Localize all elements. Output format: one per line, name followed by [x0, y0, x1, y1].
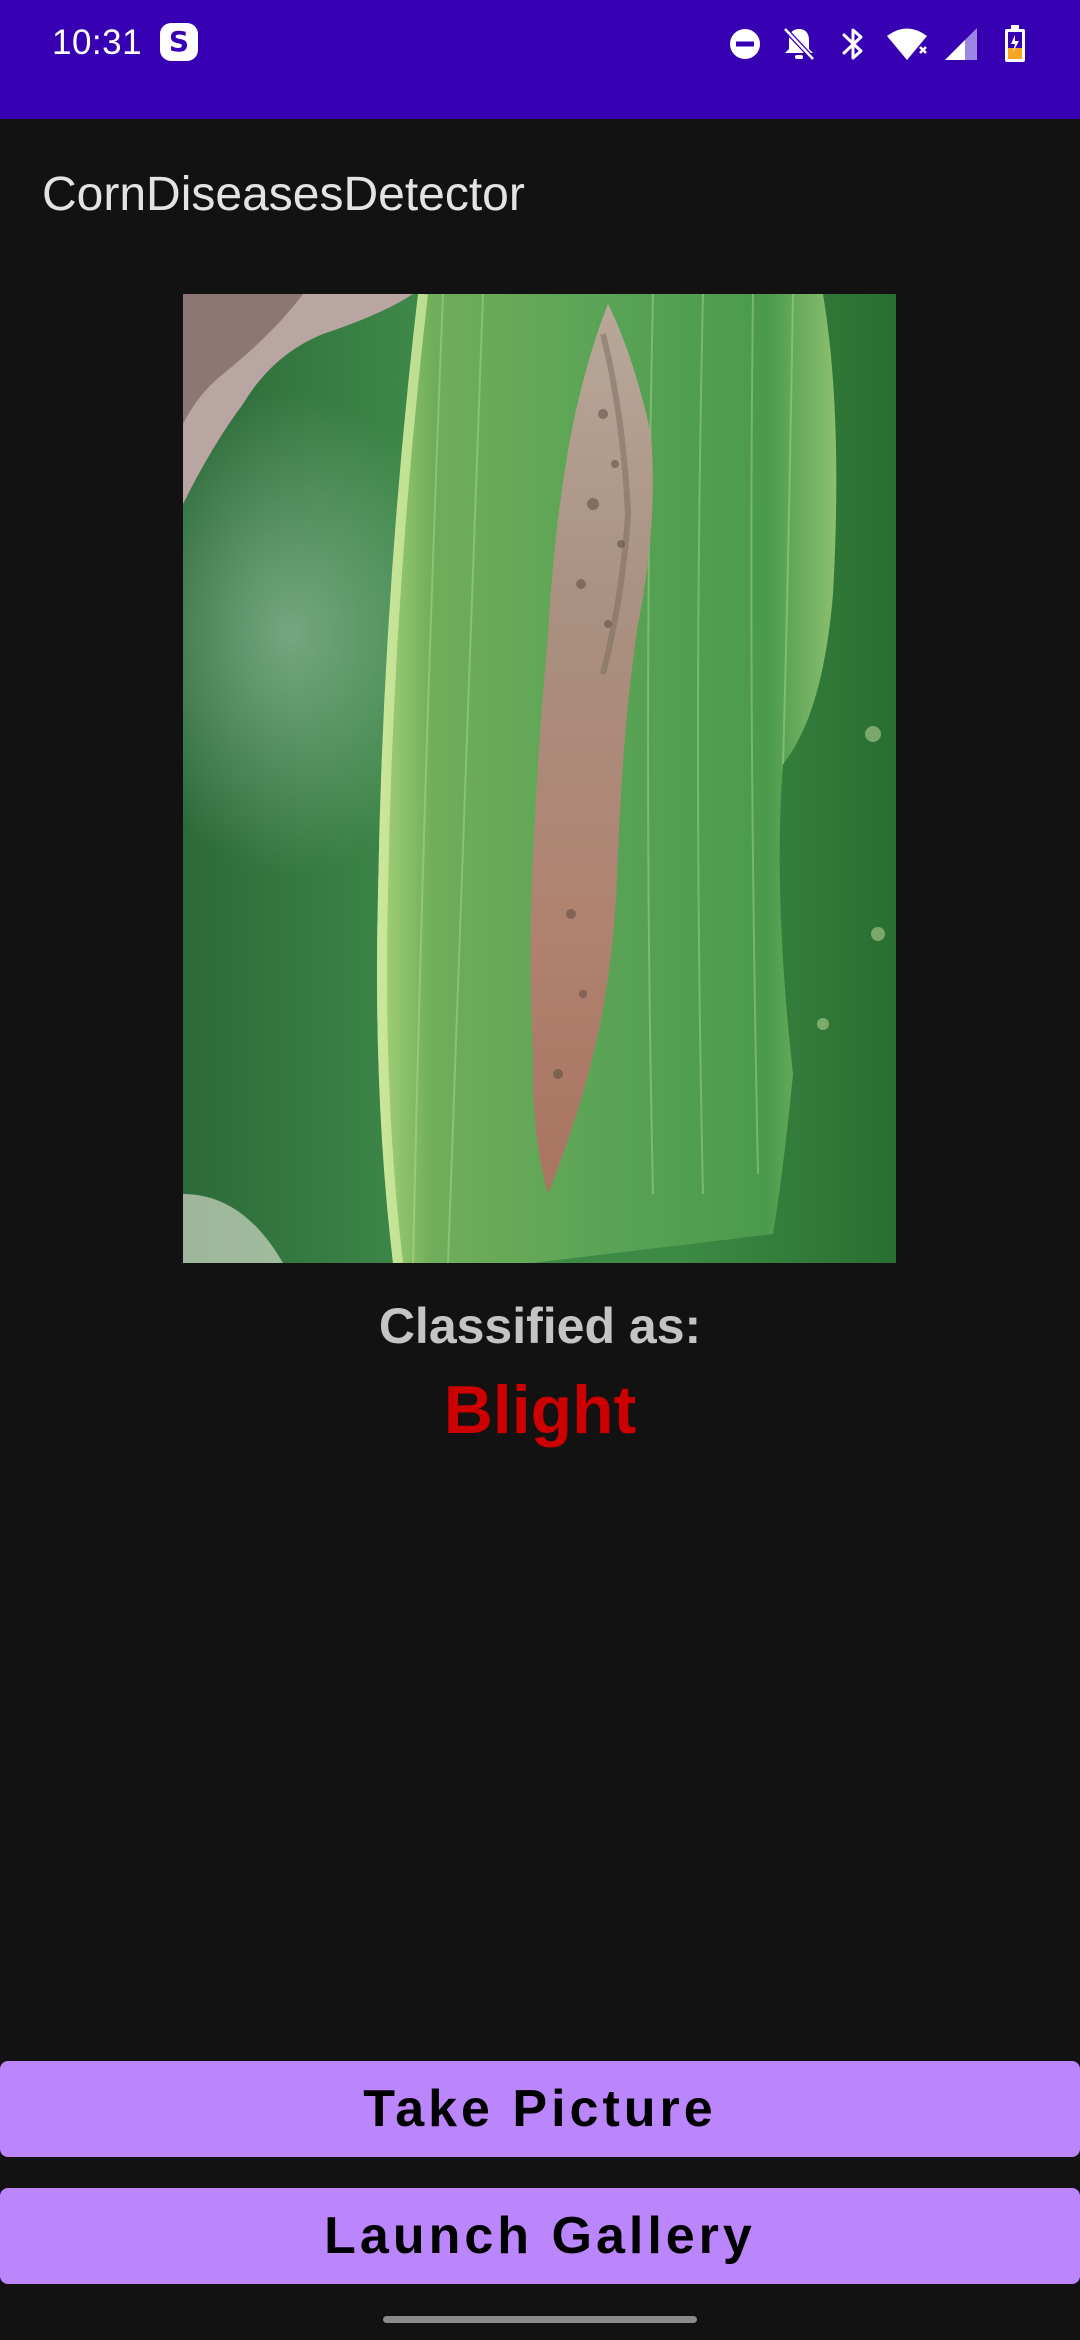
battery-charging-icon: [990, 22, 1040, 66]
corn-leaf-photo: [183, 294, 896, 1263]
notifications-off-icon: [774, 22, 824, 66]
take-picture-button[interactable]: Take Picture: [0, 2061, 1080, 2157]
classification-result: Blight: [443, 1372, 637, 1448]
launch-gallery-button[interactable]: Launch Gallery: [0, 2188, 1080, 2284]
skype-icon: S: [160, 23, 198, 61]
classified-label: Classified as:: [378, 1298, 702, 1354]
do-not-disturb-icon: [720, 22, 770, 66]
gesture-nav-handle[interactable]: [383, 2316, 697, 2323]
cell-signal-icon: [936, 22, 986, 66]
status-time: 10:31: [52, 23, 143, 62]
status-icons: [716, 22, 1040, 66]
app-title: CornDiseasesDetector: [42, 168, 525, 221]
wifi-icon: [882, 22, 932, 66]
bluetooth-icon: [828, 22, 878, 66]
status-bar: 10:31 S: [0, 0, 1080, 119]
